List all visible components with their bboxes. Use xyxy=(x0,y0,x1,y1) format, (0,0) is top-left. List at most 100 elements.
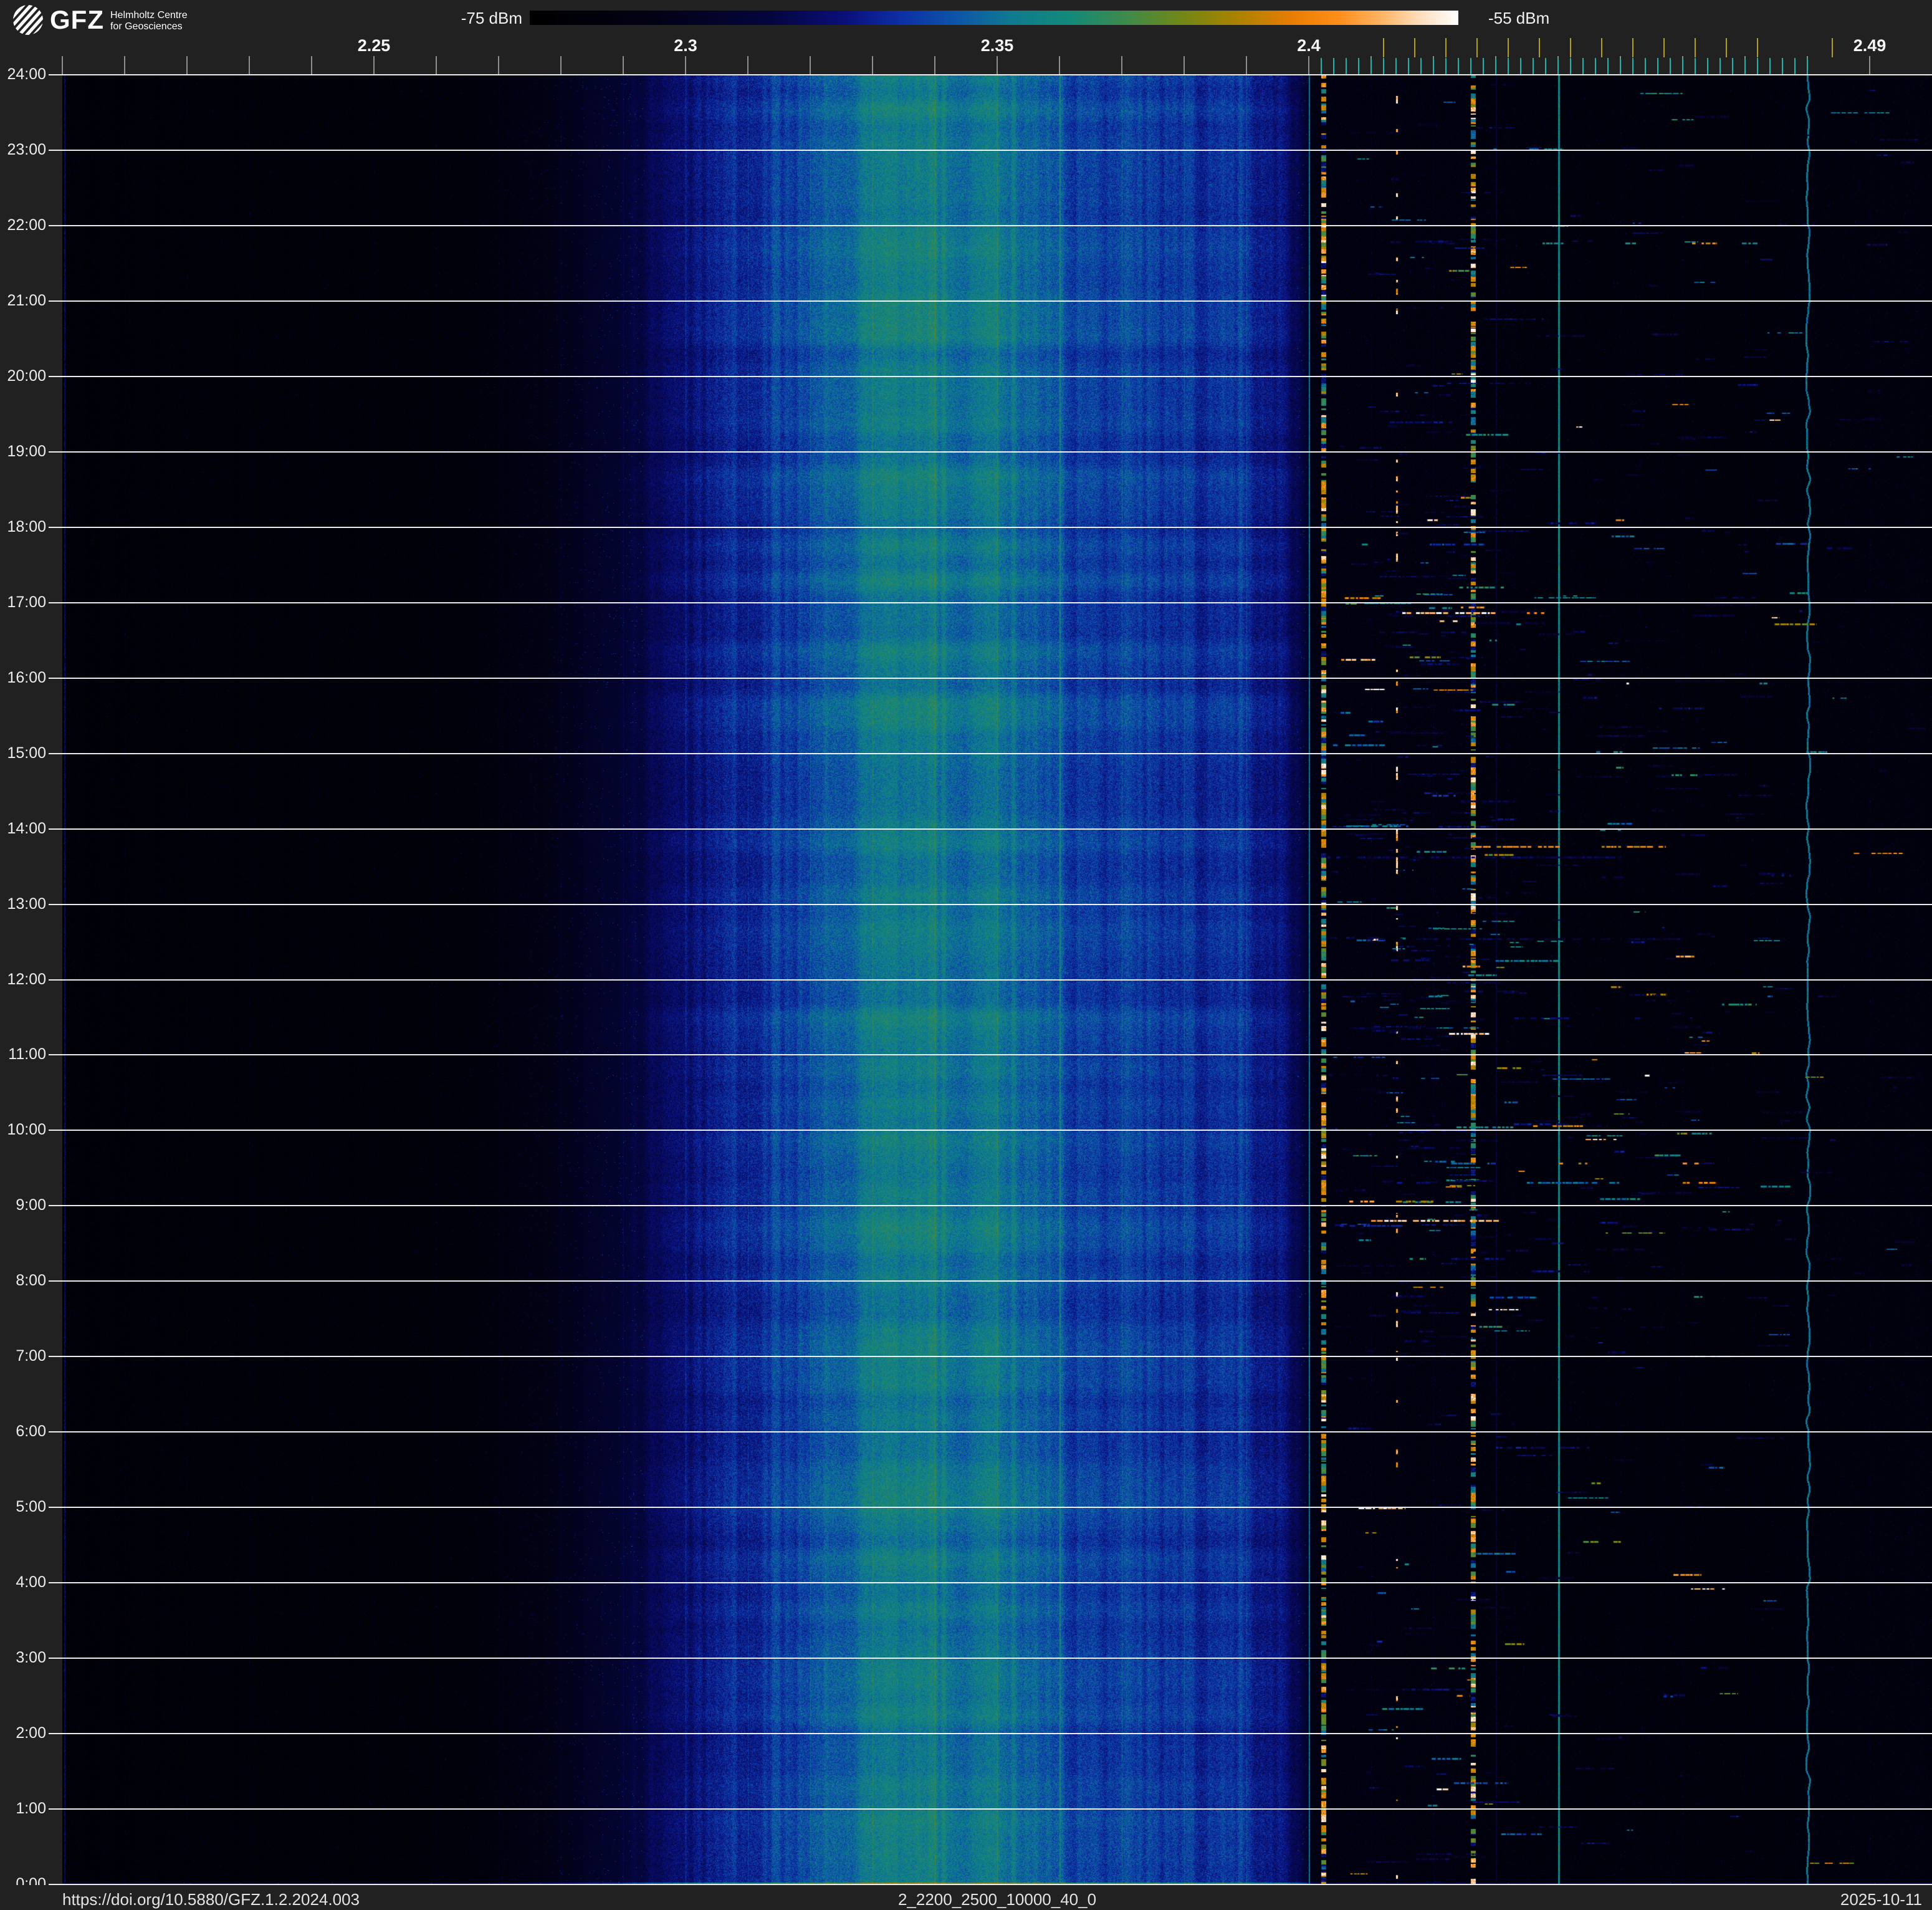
ble-channel-tick xyxy=(1782,58,1783,75)
ble-channel-tick xyxy=(1682,58,1683,75)
time-tick-label: 11:00 xyxy=(8,1045,46,1063)
hour-gridline xyxy=(49,1658,1932,1659)
ble-channel-tick xyxy=(1470,58,1471,75)
ble-channel-tick xyxy=(1358,58,1359,75)
hour-gridline xyxy=(49,1130,1932,1131)
frequency-tick xyxy=(186,56,188,75)
wifi-channel-tick xyxy=(1570,38,1571,57)
frequency-tick xyxy=(62,56,63,75)
ble-channel-tick xyxy=(1545,58,1546,75)
wifi-channel-tick xyxy=(1757,38,1758,57)
hour-gridline xyxy=(49,828,1932,830)
time-tick-label: 17:00 xyxy=(7,593,46,611)
frequency-tick xyxy=(498,56,499,75)
frequency-tick xyxy=(1184,56,1185,75)
frequency-tick xyxy=(1121,56,1122,75)
hour-gridline xyxy=(49,1733,1932,1734)
hour-gridline xyxy=(49,1808,1932,1810)
ble-channel-tick xyxy=(1607,58,1609,75)
time-tick-label: 3:00 xyxy=(16,1649,46,1666)
frequency-tick-label: 2.4 xyxy=(1297,36,1321,55)
frequency-tick xyxy=(872,56,873,75)
frequency-tick xyxy=(623,56,624,75)
time-tick-label: 18:00 xyxy=(7,518,46,535)
wifi-channel-tick xyxy=(1445,38,1447,57)
doi-link[interactable]: https://doi.org/10.5880/GFZ.1.2.2024.003 xyxy=(62,1890,360,1909)
time-tick-label: 16:00 xyxy=(7,669,46,686)
ble-channel-tick xyxy=(1458,58,1459,75)
hour-gridline xyxy=(49,1431,1932,1432)
ble-channel-tick xyxy=(1695,58,1696,75)
hour-gridline xyxy=(49,1356,1932,1357)
time-tick-label: 1:00 xyxy=(16,1800,46,1817)
time-tick-label: 20:00 xyxy=(7,367,46,385)
ble-channel-tick xyxy=(1645,58,1646,75)
frequency-tick xyxy=(997,56,998,75)
hour-gridline xyxy=(49,300,1932,302)
ble-channel-tick xyxy=(1719,58,1721,75)
ble-channel-tick xyxy=(1346,58,1347,75)
ble-channel-tick xyxy=(1383,58,1384,75)
ble-channel-tick xyxy=(1557,58,1559,75)
hour-gridline xyxy=(49,527,1932,528)
hour-gridline xyxy=(49,74,1932,75)
wifi-channel-tick xyxy=(1476,38,1478,57)
time-tick-label: 9:00 xyxy=(16,1196,46,1214)
time-tick-label: 8:00 xyxy=(16,1272,46,1289)
ble-channel-tick xyxy=(1732,58,1733,75)
time-tick-label: 23:00 xyxy=(7,141,46,158)
ble-channel-tick xyxy=(1570,58,1571,75)
frequency-tick xyxy=(747,56,748,75)
ble-channel-tick xyxy=(1520,58,1521,75)
ble-channel-tick xyxy=(1657,58,1658,75)
ble-channel-tick xyxy=(1433,58,1434,75)
spectrogram-page: { "header": { "logo": { "brand": "GFZ", … xyxy=(0,0,1932,1910)
colorbar-max-label: -55 dBm xyxy=(1488,9,1550,27)
hour-gridline xyxy=(49,225,1932,226)
hour-gridline xyxy=(49,904,1932,905)
date-label: 2025-10-11 xyxy=(1840,1890,1922,1909)
time-tick-label: 21:00 xyxy=(7,292,46,309)
wifi-channel-tick xyxy=(1539,38,1540,57)
hour-gridline xyxy=(49,602,1932,603)
footer-bar: 2_2200_2500_10000_40_0 https://doi.org/1… xyxy=(0,1885,1932,1910)
ble-channel-tick xyxy=(1670,58,1671,75)
hour-gridline xyxy=(49,150,1932,151)
hour-gridline xyxy=(49,678,1932,679)
ble-channel-tick xyxy=(1582,58,1584,75)
time-tick-label: 14:00 xyxy=(7,820,46,837)
time-tick-label: 10:00 xyxy=(7,1121,46,1138)
time-tick-label: 2:00 xyxy=(16,1724,46,1742)
time-tick-label: 12:00 xyxy=(7,971,46,988)
time-tick-label: 13:00 xyxy=(7,895,46,913)
hour-gridline xyxy=(49,1507,1932,1508)
colorbar-min-label: -75 dBm xyxy=(461,9,522,27)
wifi-channel-tick xyxy=(1508,38,1509,57)
hour-gridline xyxy=(49,1280,1932,1282)
frequency-tick xyxy=(934,56,935,75)
frequency-tick-label: 2.3 xyxy=(674,36,697,55)
frequency-tick-label: 2.25 xyxy=(357,36,391,55)
ble-channel-tick xyxy=(1632,58,1633,75)
ble-channel-tick xyxy=(1707,58,1708,75)
hour-gridline xyxy=(49,451,1932,453)
wifi-channel-tick xyxy=(1601,38,1602,57)
ble-channel-tick xyxy=(1794,58,1796,75)
ble-channel-tick xyxy=(1533,58,1534,75)
wifi-channel-tick xyxy=(1663,38,1665,57)
hour-gridline xyxy=(49,376,1932,377)
time-tick-label: 15:00 xyxy=(7,744,46,762)
frequency-tick xyxy=(810,56,811,75)
header-bar: GFZ Helmholtz Centre for Geosciences -75… xyxy=(0,0,1932,75)
time-tick-label: 24:00 xyxy=(7,65,46,83)
time-tick-label: 22:00 xyxy=(7,216,46,234)
ble-channel-tick xyxy=(1495,58,1496,75)
frequency-tick xyxy=(1869,56,1870,75)
ble-channel-tick xyxy=(1445,58,1447,75)
frequency-tick xyxy=(1308,56,1309,75)
ble-channel-tick xyxy=(1769,58,1771,75)
colorbar-gradient xyxy=(530,11,1458,25)
frequency-tick xyxy=(1059,56,1060,75)
wifi-channel-tick xyxy=(1726,38,1727,57)
frequency-tick-label: 2.35 xyxy=(980,36,1014,55)
